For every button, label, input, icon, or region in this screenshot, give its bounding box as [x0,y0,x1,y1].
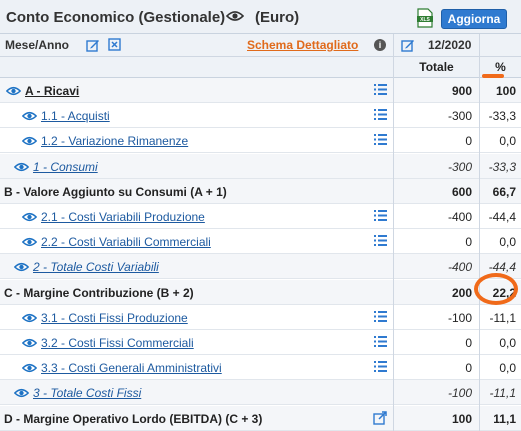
eye-icon[interactable] [21,312,38,326]
page-title: Conto Economico (Gestionale) [6,9,226,26]
total-cell: -100 [447,310,472,325]
total-cell: -300 [447,159,472,174]
row-label: D - Margine Operativo Lordo (EBITDA) (C … [4,411,263,426]
percent-cell: 11,1 [493,411,516,426]
total-cell: 0 [465,235,472,250]
list-detail-icon[interactable] [374,310,387,325]
period-label: Mese/Anno [5,38,70,52]
table-row: 3.1 - Costi Fissi Produzione -100 -11,1 [0,305,521,330]
table-row: 2 - Totale Costi Variabili -400 -44,4 [0,254,521,280]
total-cell: -400 [447,210,472,224]
percent-cell: 0,0 [499,361,516,376]
eye-icon[interactable] [21,110,38,124]
row-label: C - Margine Contribuzione (B + 2) [4,285,194,300]
table-row: 1.1 - Acquisti -300 -33,3 [0,103,521,129]
total-cell: -100 [447,386,472,401]
list-detail-icon[interactable] [374,336,387,350]
list-detail-icon[interactable] [374,210,387,224]
currency-label: (Euro) [255,9,300,26]
refresh-button[interactable]: Aggiorna [441,9,507,29]
edit-icon[interactable] [86,38,100,52]
eye-icon[interactable] [21,337,38,351]
xls-export-icon[interactable]: XLS [415,8,435,28]
percent-cell: -33,3 [488,109,516,124]
edit-period-icon[interactable] [401,38,415,52]
table-row: 1 - Consumi -300 -33,3 [0,153,521,179]
list-detail-icon[interactable] [374,84,387,98]
row-label[interactable]: A - Ricavi [25,84,79,98]
eye-icon[interactable] [13,387,30,401]
row-label[interactable]: 3.2 - Costi Fissi Commerciali [41,336,194,350]
column-divider [479,34,480,431]
eye-icon[interactable] [21,236,38,250]
percent-cell: 66,7 [492,184,516,199]
list-detail-icon[interactable] [374,109,387,123]
row-label[interactable]: 2.2 - Costi Variabili Commerciali [41,235,211,249]
total-cell: 900 [451,84,472,98]
total-cell: 600 [451,184,472,199]
row-label[interactable]: 2.1 - Costi Variabili Produzione [41,210,205,224]
row-label[interactable]: 2 - Totale Costi Variabili [33,260,159,274]
table-row: 1.2 - Variazione Rimanenze 0 0,0 [0,128,521,154]
row-label[interactable]: 3 - Totale Costi Fissi [33,386,141,400]
table-row: 3 - Totale Costi Fissi -100 -11,1 [0,380,521,406]
total-cell: -400 [447,260,472,275]
table-row: 3.2 - Costi Fissi Commerciali 0 0,0 [0,330,521,355]
svg-text:XLS: XLS [420,17,430,23]
period-value: 12/2020 [428,38,472,52]
external-link-icon[interactable] [373,410,387,428]
percent-cell: 0,0 [499,336,516,350]
row-label[interactable]: 3.3 - Costi Generali Amministrativi [41,361,222,375]
info-icon[interactable]: i [374,39,386,51]
eye-icon[interactable] [21,135,38,149]
table-row: 2.1 - Costi Variabili Produzione -400 -44,… [0,204,521,229]
table-row: 3.3 - Costi Generali Amministrativi 0 0,0 [0,355,521,381]
eye-icon[interactable] [13,161,30,175]
table-row: D - Margine Operativo Lordo (EBITDA) (C … [0,405,521,431]
eye-icon[interactable] [21,362,38,376]
table-row: 2.2 - Costi Variabili Commerciali 0 0,0 [0,229,521,255]
percent-cell: 0,0 [499,235,516,250]
percent-cell: 0,0 [499,134,516,149]
clear-icon[interactable] [108,38,121,51]
eye-icon[interactable] [226,10,244,22]
schema-dettagliato-link[interactable]: Schema Dettagliato [247,38,358,52]
table-row: A - Ricavi 900 100 [0,78,521,103]
total-column-header: Totale [393,57,479,78]
eye-icon[interactable] [13,261,30,275]
percent-cell: 100 [495,84,516,98]
period-header-row: Mese/Anno Schema Dettagliato i 12/2020 [0,34,521,57]
percent-cell: -11,1 [489,310,516,325]
table-row: B - Valore Aggiunto su Consumi (A + 1) 60… [0,178,521,204]
table-row: C - Margine Contribuzione (B + 2) 200 22,2 [0,279,521,305]
list-detail-icon[interactable] [374,134,387,148]
total-cell: 200 [451,285,472,300]
total-cell: 0 [465,361,472,376]
row-label[interactable]: 3.1 - Costi Fissi Produzione [41,311,188,325]
row-label[interactable]: 1.1 - Acquisti [41,109,110,123]
eye-icon[interactable] [5,85,22,99]
eye-icon[interactable] [21,211,38,225]
percent-cell: -33,3 [488,159,516,174]
row-label: B - Valore Aggiunto su Consumi (A + 1) [4,184,227,199]
column-header-row: Totale % [0,57,521,78]
column-divider [393,34,394,431]
row-label[interactable]: 1.2 - Variazione Rimanenze [41,134,188,148]
total-cell: 0 [465,336,472,350]
list-detail-icon[interactable] [374,361,387,375]
total-cell: -300 [447,109,472,124]
row-label[interactable]: 1 - Consumi [33,160,98,174]
total-cell: 100 [451,411,472,426]
percent-cell: -11,1 [489,386,516,401]
title-bar: Conto Economico (Gestionale) (Euro) XLS … [0,0,521,34]
total-cell: 0 [465,134,472,149]
list-detail-icon[interactable] [374,235,387,249]
annotation-circle [474,273,518,305]
percent-cell: -44,4 [488,210,516,224]
